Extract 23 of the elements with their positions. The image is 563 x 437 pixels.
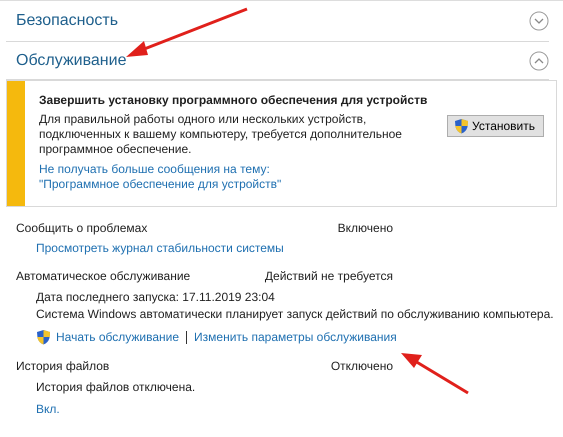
link[interactable]: Начать обслуживание (56, 330, 180, 344)
status-text: Действий не требуется (264, 269, 393, 283)
link[interactable]: Изменить параметры обслуживания (194, 330, 397, 344)
shield-icon (454, 118, 470, 134)
install-button[interactable]: Установить (447, 115, 544, 137)
description-text: Система Windows автоматически планирует запуск действий по обслуживанию компьютера. (35, 306, 555, 323)
collapse-icon[interactable] (529, 50, 549, 70)
status-text: Включено (338, 221, 393, 235)
link[interactable]: Просмотреть журнал стабильности системы (36, 241, 284, 255)
description-text: Дата последнего запуска: 17.11.2019 23:04 (35, 289, 276, 306)
link[interactable]: Не получать больше сообщения на тему: (39, 162, 544, 177)
status-text: Отключено (330, 359, 393, 373)
link[interactable]: Вкл. (36, 402, 60, 416)
item-label: Сообщить о проблемах (16, 221, 148, 235)
link[interactable]: "Программное обеспечение для устройств" (39, 177, 544, 192)
description-text: История файлов отключена. (35, 379, 196, 396)
expand-icon[interactable] (529, 11, 549, 31)
item-label: История файлов (16, 359, 110, 373)
section-header[interactable]: Обслуживание (16, 52, 126, 70)
section-header[interactable]: Безопасность (16, 12, 118, 30)
alert-message: Для правильной работы одного или нескольких устройств, подключенных к вашему компьютеру, требуется дополнительное программное обеспечение. (39, 112, 403, 157)
item-label: Автоматическое обслуживание (16, 269, 190, 283)
alert-title: Завершить установку программного обеспечения для устройств (39, 93, 428, 107)
